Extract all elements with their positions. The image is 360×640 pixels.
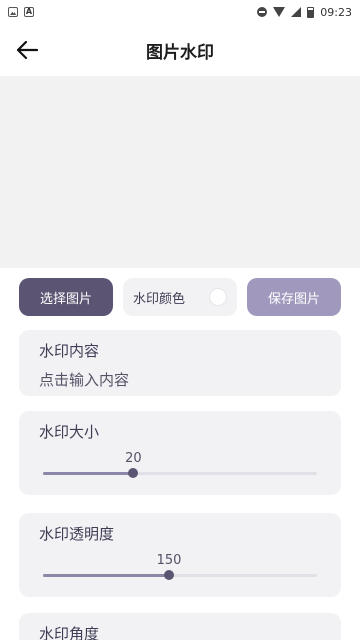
- back-arrow-icon[interactable]: [14, 38, 40, 62]
- do-not-disturb-icon: [257, 7, 268, 17]
- watermark-opacity-label: 水印透明度: [39, 525, 115, 543]
- watermark-size-card: 水印大小 20: [19, 411, 341, 495]
- cellular-signal-icon: [291, 7, 302, 17]
- app-notification-icon: A: [24, 7, 34, 17]
- watermark-size-value: 20: [125, 451, 142, 466]
- watermark-content-input[interactable]: 点击输入内容: [39, 369, 321, 390]
- status-time: 09:23: [320, 5, 352, 19]
- watermark-opacity-card: 水印透明度 150: [19, 513, 341, 597]
- status-left: A: [8, 7, 34, 17]
- select-image-button[interactable]: 选择图片: [19, 278, 113, 316]
- image-preview-area[interactable]: [0, 76, 360, 268]
- watermark-size-slider-thumb[interactable]: [128, 468, 139, 478]
- gallery-notification-icon: [8, 7, 18, 17]
- watermark-angle-label: 水印角度: [39, 625, 100, 640]
- status-right: 09:23: [257, 6, 352, 19]
- watermark-color-button[interactable]: 水印颜色: [123, 278, 237, 316]
- app-bar: 图片水印: [0, 24, 360, 76]
- watermark-content-label: 水印内容: [39, 342, 100, 360]
- wifi-icon: [273, 7, 286, 17]
- watermark-size-slider-fill: [43, 472, 134, 475]
- watermark-size-label: 水印大小: [39, 423, 100, 441]
- status-bar: A 09:23: [0, 0, 360, 24]
- watermark-color-label: 水印颜色: [133, 291, 186, 307]
- watermark-opacity-slider-fill: [43, 574, 170, 577]
- battery-icon: [307, 6, 315, 18]
- watermark-size-slider[interactable]: [43, 468, 317, 478]
- watermark-opacity-slider-thumb[interactable]: [164, 570, 175, 580]
- watermark-opacity-value: 150: [156, 553, 182, 568]
- watermark-content-card[interactable]: 水印内容 点击输入内容: [19, 330, 341, 396]
- watermark-opacity-slider[interactable]: [43, 570, 317, 580]
- watermark-color-swatch: [209, 288, 227, 306]
- watermark-angle-card: 水印角度: [19, 613, 341, 640]
- page-title: 图片水印: [146, 42, 214, 63]
- action-buttons: 选择图片 水印颜色 保存图片: [0, 268, 360, 316]
- save-image-button[interactable]: 保存图片: [247, 278, 341, 316]
